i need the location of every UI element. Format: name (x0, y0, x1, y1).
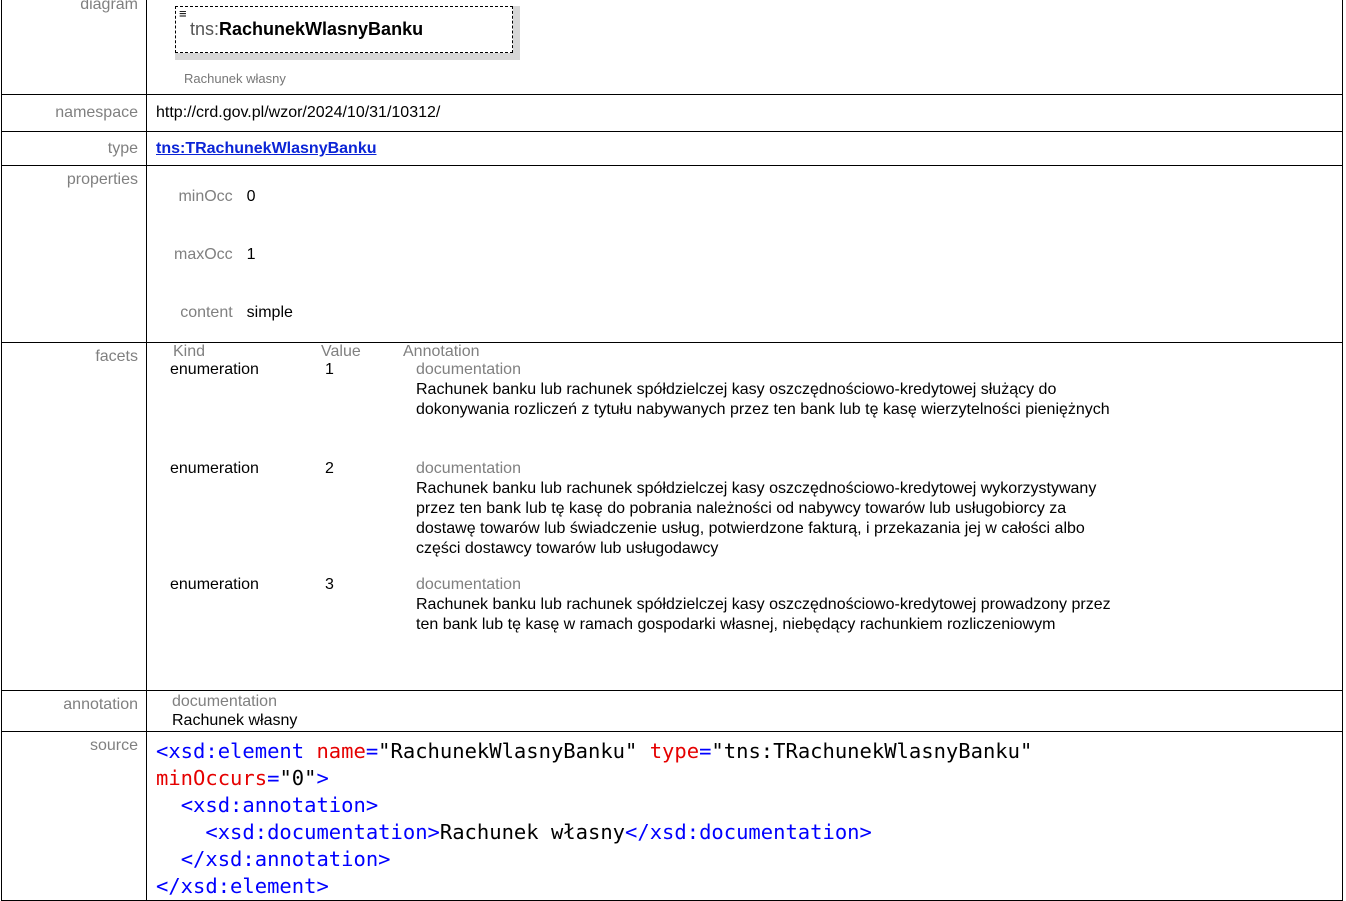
source-cell: <xsd:element name="RachunekWlasnyBanku" … (146, 731, 1343, 901)
label-type: type (1, 131, 147, 166)
src-attr: name (316, 739, 366, 763)
element-doc-table: diagram ≡ tns: RachunekWlasnyBanku Rachun… (1, 0, 1343, 901)
prop-content-value: simple (246, 304, 293, 321)
label-facets: facets (1, 342, 147, 691)
src-line: <xsd:annotation> (180, 793, 379, 817)
src-value: "RachunekWlasnyBanku" (378, 739, 638, 763)
facets-cell: Kind Value Annotation enumeration 1 docu… (146, 342, 1343, 691)
diagram-element-box[interactable]: ≡ tns: RachunekWlasnyBanku (175, 6, 513, 53)
properties-cell: minOcc 0 maxOcc 1 content simple (146, 165, 1343, 343)
facet-doc-label: documentation (416, 460, 521, 477)
facets-table: Kind Value Annotation enumeration 1 docu… (170, 343, 1333, 683)
facets-header-value: Value (321, 343, 361, 360)
facet-kind: enumeration (170, 460, 259, 477)
label-annotation: annotation (1, 690, 147, 732)
annotation-doc-label: documentation (172, 693, 277, 710)
src-attr: type (649, 739, 700, 763)
src-bracket: < (156, 739, 169, 763)
row-source: source <xsd:element name="RachunekWlasny… (1, 731, 1343, 901)
diagram: ≡ tns: RachunekWlasnyBanku Rachunek własn… (156, 0, 1333, 92)
label-properties: properties (1, 165, 147, 343)
diagram-cell: ≡ tns: RachunekWlasnyBanku Rachunek własn… (146, 0, 1343, 95)
type-cell: tns:TRachunekWlasnyBanku (146, 131, 1343, 166)
facets-header-annotation: Annotation (403, 343, 480, 360)
facets-header-kind: Kind (173, 343, 206, 360)
src-line: <xsd:documentation> (205, 820, 440, 844)
prop-maxocc-value: 1 (246, 246, 256, 263)
source-code: <xsd:element name="RachunekWlasnyBanku" … (156, 739, 1033, 898)
type-link[interactable]: tns:TRachunekWlasnyBanku (156, 140, 376, 157)
prop-maxocc-label: maxOcc (174, 246, 233, 263)
label-source: source (1, 731, 147, 901)
row-namespace: namespace http://crd.gov.pl/wzor/2024/10… (1, 94, 1343, 132)
src-text: Rachunek własny (439, 820, 626, 844)
namespace-value: http://crd.gov.pl/wzor/2024/10/31/10312/ (146, 94, 1343, 132)
diagram-element-name: RachunekWlasnyBanku (219, 19, 424, 39)
src-line: </xsd:element> (156, 874, 329, 898)
src-line: </xsd:documentation> (625, 820, 872, 844)
src-value: "tns:TRachunekWlasnyBanku" (711, 739, 1033, 763)
src-value: "0" (279, 766, 317, 790)
src-attr: minOccurs (156, 766, 268, 790)
annotation-cell: documentation Rachunek własny (146, 690, 1343, 732)
facet-kind: enumeration (170, 361, 259, 378)
prop-minocc-value: 0 (246, 188, 256, 205)
document-table-wrapper: diagram ≡ tns: RachunekWlasnyBanku Rachun… (1, 0, 1343, 901)
facet-doc-text: Rachunek banku lub rachunek spółdzielcze… (416, 596, 1111, 633)
facet-value: 1 (325, 361, 334, 378)
facet-kind: enumeration (170, 576, 259, 593)
row-properties: properties minOcc 0 maxOcc 1 content simple (1, 165, 1343, 343)
src-bracket: > (316, 766, 329, 790)
row-diagram: diagram ≡ tns: RachunekWlasnyBanku Rachun… (1, 0, 1343, 95)
label-namespace: namespace (1, 94, 147, 132)
label-diagram: diagram (1, 0, 147, 95)
row-annotation: annotation documentation Rachunek własny (1, 690, 1343, 732)
facet-doc-label: documentation (416, 576, 521, 593)
diagram-element-prefix: tns: (190, 19, 220, 39)
facet-value: 3 (325, 576, 334, 593)
facet-doc-label: documentation (416, 361, 521, 378)
facet-value: 2 (325, 460, 334, 477)
annotation-doc-text: Rachunek własny (172, 712, 298, 729)
prop-minocc-label: minOcc (178, 188, 233, 205)
diagram-caption: Rachunek własny (184, 71, 286, 86)
row-type: type tns:TRachunekWlasnyBanku (1, 131, 1343, 166)
prop-content-label: content (180, 304, 233, 321)
src-tag: xsd:element (168, 739, 305, 763)
row-facets: facets Kind Value Annotation enumeration… (1, 342, 1343, 691)
diagram-element-shadow: ≡ tns: RachunekWlasnyBanku (175, 6, 520, 60)
src-line: </xsd:annotation> (180, 847, 391, 871)
sequence-icon: ≡ (179, 6, 187, 21)
facet-doc-text: Rachunek banku lub rachunek spółdzielcze… (416, 381, 1110, 418)
properties-table: minOcc 0 maxOcc 1 content simple (174, 168, 293, 342)
facet-doc-text: Rachunek banku lub rachunek spółdzielcze… (416, 480, 1097, 557)
